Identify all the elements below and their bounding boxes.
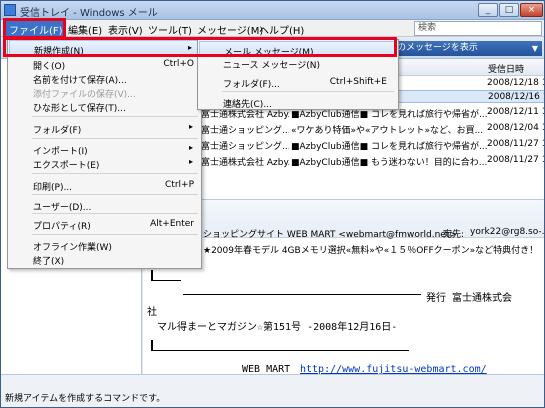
message-from: 富士通ショッピング...	[201, 142, 289, 151]
file-menu-folder[interactable]: フォルダ(F) ▸	[9, 120, 200, 136]
file-menu-export-label: エクスポート(E)	[33, 161, 100, 171]
submenu-arrow-icon: ▸	[188, 122, 193, 131]
new-contact[interactable]: 連絡先(C)...	[199, 94, 397, 110]
view-filter-dropdown[interactable]: のメッセージを表示 ▼	[391, 41, 542, 56]
status-text: 新規アイテムを作成するコマンドです。	[5, 394, 166, 404]
menu-separator	[32, 116, 198, 117]
message-row[interactable]: 富士通株式会社 Azby... ■AzbyClub通信■ もう迷わない！目的に合…	[143, 154, 544, 167]
new-news-message-label: ニュース メッセージ(N)	[223, 61, 320, 71]
menu-bar: ファイル(F) 編集(E) 表示(V) ツール(T) メッセージ(M) ヘルプ(…	[1, 20, 544, 37]
file-menu-exit-label: 終了(X)	[33, 257, 65, 267]
file-menu-save-stationery[interactable]: ひな形として保存(T)...	[9, 98, 200, 114]
file-menu-folder-label: フォルダ(F)	[33, 126, 82, 136]
menu-separator	[32, 138, 198, 139]
message-date: 2008/12/04 1...	[487, 123, 544, 133]
message-subject: ■AzbyClub通信■ コレを見れば旅行や帰省が...	[291, 142, 487, 151]
menu-separator	[32, 194, 198, 195]
status-bar: 新規アイテムを作成するコマンドです。	[1, 374, 544, 407]
preview-body[interactable]: 発行 富士通株式会 社 マル得まーとマガジン☆第151号 -2008年12月16…	[143, 256, 544, 375]
message-subject: ■AzbyClub通信■ もう迷わない！目的に合わ...	[291, 158, 487, 167]
title-bar: 受信トレイ - Windows メール _ □ ×	[1, 1, 544, 20]
highlight-box-new-mail	[3, 37, 397, 57]
minimize-button[interactable]: _	[478, 3, 498, 17]
message-date: 2008/11/27 1...	[487, 139, 544, 149]
menu-separator	[32, 173, 198, 174]
shortcut-label: Ctrl+Shift+E	[329, 77, 387, 87]
submenu-arrow-icon: ▸	[188, 143, 193, 152]
message-row[interactable]: 富士通ショッピング... «ワケあり特価»や«アウトレット»など、お買... 2…	[143, 122, 544, 135]
file-menu-print[interactable]: 印刷(P)... Ctrl+P	[9, 177, 200, 193]
message-subject: «ワケあり特価»や«アウトレット»など、お買...	[291, 126, 484, 135]
file-menu-print-label: 印刷(P)...	[33, 183, 73, 193]
frame-rule	[151, 350, 409, 351]
preview-magazine-title: マル得まーとマガジン☆第151号 -2008年12月16日-	[157, 322, 398, 333]
menu-message[interactable]: メッセージ(M)	[197, 22, 263, 37]
shortcut-label: Ctrl+O	[163, 59, 194, 69]
message-from: 富士通株式会社 Azby...	[201, 158, 289, 167]
file-menu-properties-label: プロパティ(R)	[33, 222, 91, 232]
menu-tools[interactable]: ツール(T)	[148, 22, 192, 37]
menu-separator	[32, 213, 198, 214]
maximize-button[interactable]: □	[499, 3, 519, 17]
chevron-down-icon: ▼	[531, 44, 538, 53]
frame-rule	[151, 340, 153, 350]
mail-window: 受信トレイ - Windows メール _ □ × ファイル(F) 編集(E) …	[0, 0, 545, 408]
preview-to-label: 宛先:	[443, 230, 465, 240]
close-button[interactable]: ×	[520, 3, 543, 17]
frame-rule	[151, 270, 153, 280]
file-menu-dropdown: 新規作成(N) ▸ 開く(O) Ctrl+O 名前を付けて保存(A)... 添付…	[7, 37, 202, 269]
menu-view[interactable]: 表示(V)	[108, 22, 143, 37]
new-news-message[interactable]: ニュース メッセージ(N)	[199, 55, 397, 71]
message-date: 2008/12/18 1...	[487, 78, 544, 88]
message-date: 2008/11/27 1...	[487, 155, 544, 165]
file-menu-properties[interactable]: プロパティ(R) Alt+Enter	[9, 216, 200, 232]
new-folder[interactable]: フォルダ(F)... Ctrl+Shift+E	[199, 74, 397, 90]
menu-edit[interactable]: 編集(E)	[68, 22, 102, 37]
file-menu-export[interactable]: エクスポート(E) ▸	[9, 155, 200, 171]
message-from: 富士通ショッピング...	[201, 126, 289, 135]
message-date: 2008/12/11 1...	[487, 107, 544, 117]
file-menu-save-stationery-label: ひな形として保存(T)...	[33, 104, 126, 114]
preview-header: ショッピングサイト WEB MART <webmart@fmworld.net>…	[143, 200, 545, 240]
file-menu-identities[interactable]: ユーザー(D)...	[9, 197, 200, 213]
message-row[interactable]: 富士通ショッピング... ■AzbyClub通信■ コレを見れば旅行や帰省が..…	[143, 138, 544, 151]
search-input[interactable]: 検索	[414, 21, 542, 36]
window-title: 受信トレイ - Windows メール	[20, 8, 158, 19]
preview-subject: ★2009年春モデル 4GBメモリ選択«無料»や«１５％OFFクーポン»など特典…	[203, 246, 545, 256]
shortcut-label: Alt+Enter	[150, 219, 194, 229]
frame-rule	[151, 280, 181, 281]
menu-separator	[32, 234, 198, 235]
frame-rule	[183, 294, 421, 295]
column-header-date[interactable]: 受信日時	[488, 62, 524, 75]
preview-pane: ショッピングサイト WEB MART <webmart@fmworld.net>…	[143, 199, 545, 375]
highlight-box-file-menu	[3, 18, 66, 39]
message-date: 2008/12/16 1...	[488, 92, 544, 102]
preview-to: york22@rg8.so-...	[470, 227, 545, 237]
preview-from: ショッピングサイト WEB MART <webmart@fmworld.net>	[203, 230, 457, 240]
mail-app-icon	[4, 4, 16, 16]
submenu-arrow-icon: ▸	[188, 157, 193, 166]
view-filter-label: のメッセージを表示	[397, 43, 478, 53]
file-menu-identities-label: ユーザー(D)...	[33, 203, 92, 213]
file-menu-exit[interactable]: 終了(X)	[9, 251, 200, 267]
preview-company: 社	[147, 307, 157, 318]
new-contact-label: 連絡先(C)...	[223, 100, 272, 110]
shortcut-label: Ctrl+P	[165, 180, 194, 190]
menu-separator	[222, 91, 394, 92]
new-folder-label: フォルダ(F)...	[223, 80, 280, 90]
preview-publisher: 発行 富士通株式会	[426, 293, 513, 304]
menu-help[interactable]: ヘルプ(H)	[259, 22, 304, 37]
